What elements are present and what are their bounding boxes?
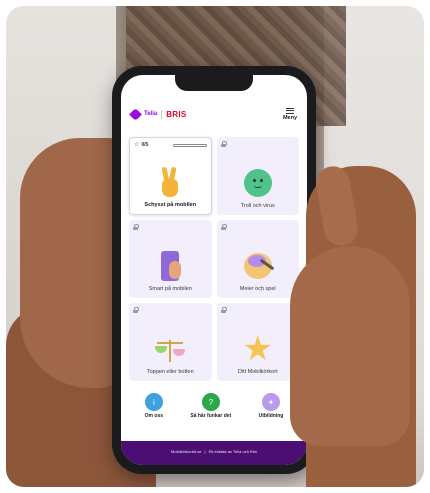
module-grid: ☆ 0/5 Schysst på mobilen Troll och virus [129,137,299,381]
phone-hand-icon [153,249,187,283]
star-icon: ★ [242,330,273,368]
phone-notch [175,75,253,91]
app-footer: Mobilkörkortet.se | Ett initiativ av Tel… [121,441,307,465]
menu-label: Meny [282,114,297,121]
right-thumb [290,246,410,446]
module-tile-korkort[interactable]: ★ Ditt Mobilkörkort [216,303,299,381]
module-label: Ditt Mobilkörkort [237,369,278,375]
link-utbildning[interactable]: ✦ Utbildning [258,393,284,419]
module-label: Meier och spel [239,286,276,292]
footer-tagline: Ett initiativ av Telia och Bris [208,448,257,454]
menu-button[interactable]: Meny [282,107,297,121]
telia-logo-icon [129,107,142,121]
lock-icon [133,224,139,230]
lock-icon [220,224,227,230]
virus-icon [241,166,275,200]
module-tile-smart[interactable]: Smart på mobilen [129,220,212,298]
phone-screen: Telia BRIS Meny ☆ 0/5 Schysst på mobilen… [121,75,307,465]
question-icon: ? [201,393,220,411]
lock-icon [220,307,227,313]
link-label: Utbildning [258,413,284,419]
hamburger-icon [285,107,294,114]
footer-site[interactable]: Mobilkörkortet.se [171,449,201,454]
phone-device: Telia BRIS Meny ☆ 0/5 Schysst på mobilen… [112,66,316,474]
logo-divider [161,109,163,119]
logo-group[interactable]: Telia BRIS [129,107,187,121]
photo-frame: Telia BRIS Meny ☆ 0/5 Schysst på mobilen… [6,6,424,487]
link-om-oss[interactable]: i Om oss [145,393,163,419]
lock-icon [220,141,227,147]
module-label: Schysst på mobilen [144,202,197,208]
app-header: Telia BRIS Meny [121,93,307,135]
module-tile-schysst[interactable]: ☆ 0/5 Schysst på mobilen [129,137,212,215]
star-outline-icon: ☆ [134,142,140,148]
bottom-links: i Om oss ? Så här funkar det ✦ Utbildnin… [121,393,307,419]
progress-count: 0/5 [141,142,149,148]
footer-separator: | [204,448,206,454]
module-label: Smart på mobilen [148,286,192,292]
scales-icon [153,332,187,366]
peace-hand-icon [153,165,187,199]
module-progress: ☆ 0/5 [134,142,207,148]
telia-wordmark: Telia [144,111,158,117]
module-tile-meier[interactable]: Meier och spel [216,220,299,298]
lock-icon [133,307,139,313]
link-sa-har-funkar-det[interactable]: ? Så här funkar det [190,393,231,419]
link-label: Om oss [144,413,164,419]
module-tile-troll[interactable]: Troll och virus [216,137,299,215]
module-label: Troll och virus [240,203,275,209]
bris-wordmark: BRIS [166,109,187,119]
progress-bar [172,143,207,147]
module-label: Toppen eller botten [146,369,194,375]
lightbulb-icon: ✦ [261,393,280,411]
link-label: Så här funkar det [190,413,232,419]
palette-icon [241,249,275,283]
module-tile-toppen[interactable]: Toppen eller botten [129,303,212,381]
info-icon: i [144,393,163,411]
